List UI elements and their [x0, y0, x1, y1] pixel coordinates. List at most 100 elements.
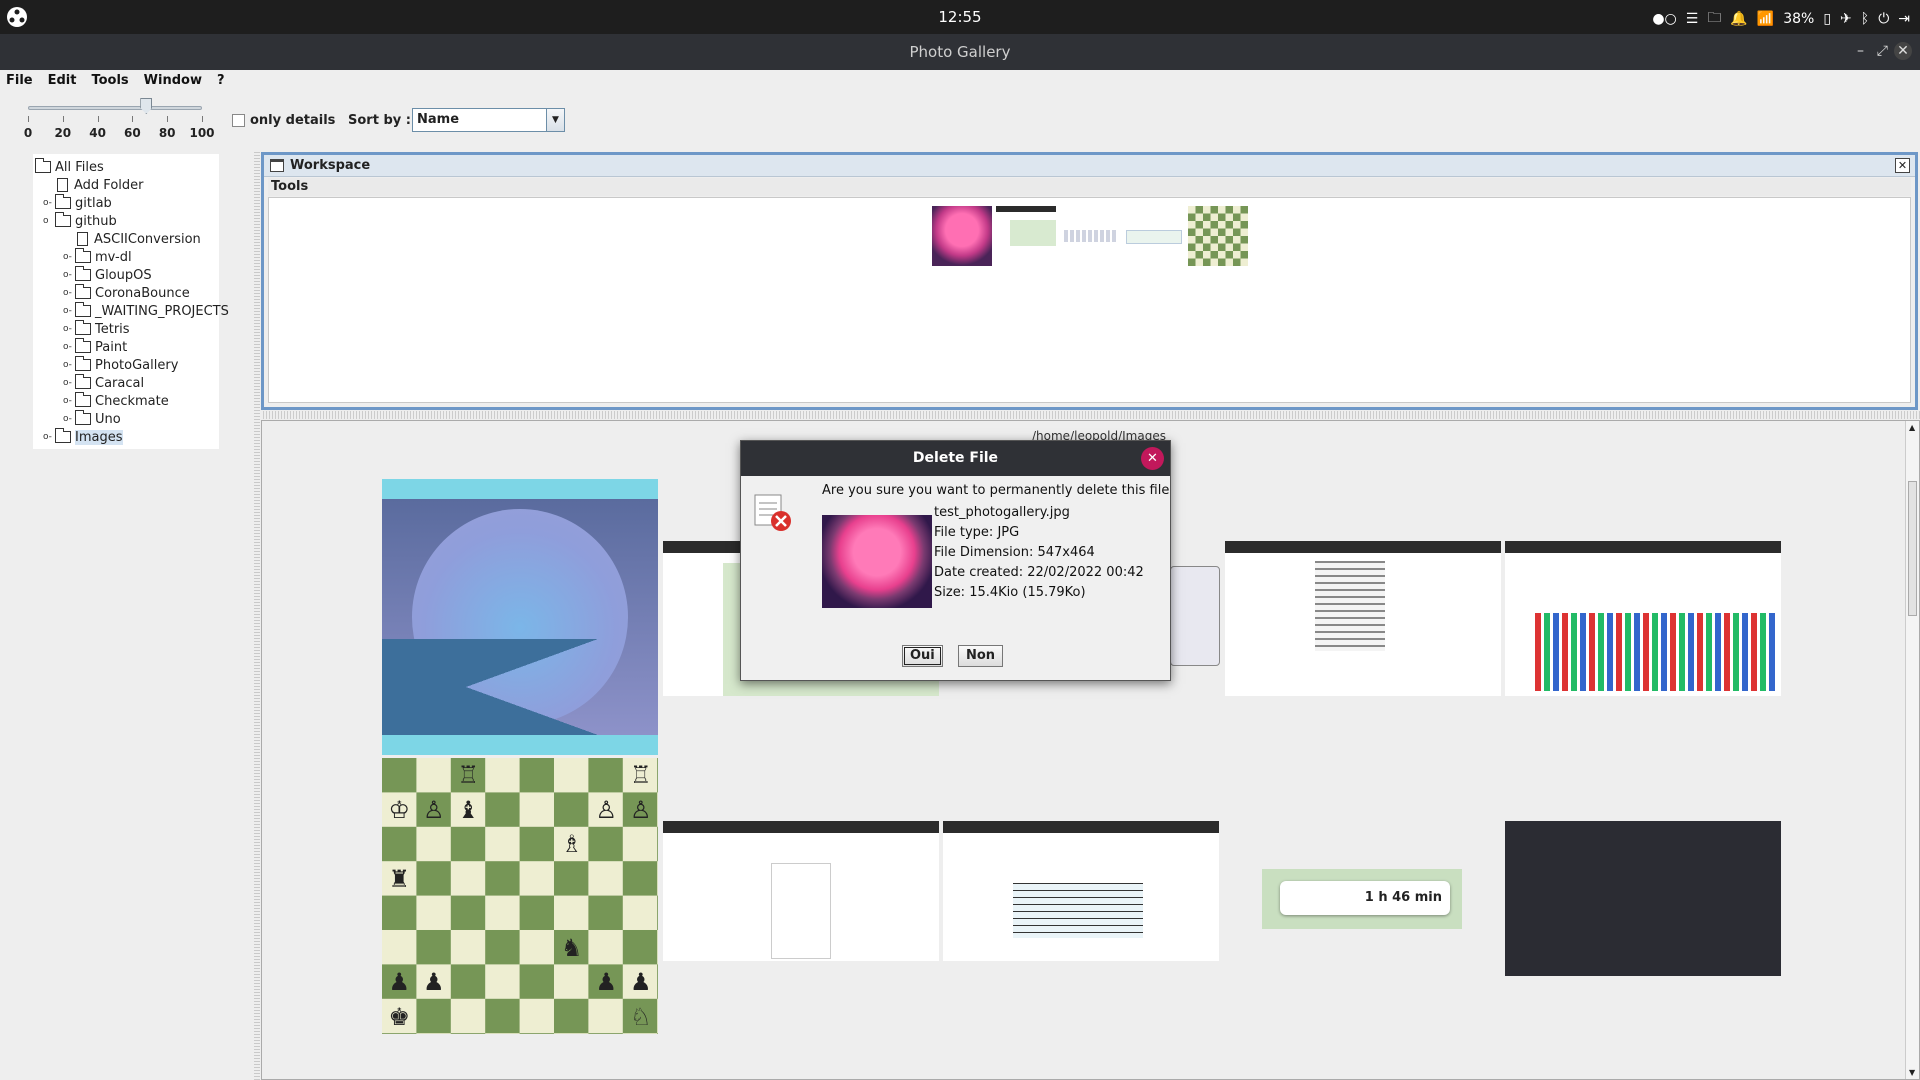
slider-tick: [28, 116, 29, 122]
tree-expand-icon[interactable]: o-: [63, 360, 72, 370]
tree-item-label: CoronaBounce: [95, 285, 190, 301]
tree-expand-icon[interactable]: o: [43, 216, 49, 226]
checkbox-box[interactable]: [232, 114, 245, 127]
tree-item[interactable]: o- CoronaBounce: [63, 284, 190, 302]
workspace-thumb-screenshot-3[interactable]: [1124, 206, 1184, 266]
menu-help[interactable]: ?: [217, 73, 225, 88]
tree-expand-icon[interactable]: o-: [63, 270, 72, 280]
scrollbar-thumb[interactable]: [1908, 481, 1917, 616]
folder-icon[interactable]: 🗀: [1707, 7, 1721, 31]
menu-edit[interactable]: Edit: [48, 73, 77, 88]
image-map-route[interactable]: 1 h 46 min: [1262, 869, 1462, 929]
only-details-checkbox[interactable]: only details: [232, 113, 335, 128]
tree-item[interactable]: o- Caracal: [63, 374, 144, 392]
battery-icon[interactable]: ▯: [1823, 11, 1831, 27]
wifi-icon[interactable]: 📶: [1757, 11, 1774, 27]
tree-item[interactable]: o-gitlab: [43, 194, 112, 212]
chevron-down-icon[interactable]: ▼: [546, 109, 564, 131]
no-button[interactable]: Non: [958, 645, 1004, 667]
clock[interactable]: 12:55: [0, 8, 1920, 26]
power-icon[interactable]: ⏻: [1878, 11, 1889, 27]
tree-item[interactable]: o github: [43, 212, 117, 230]
slider-thumb[interactable]: [140, 98, 153, 114]
tree-expand-icon[interactable]: o-: [63, 252, 72, 262]
menu-tools[interactable]: Tools: [91, 73, 128, 88]
image-screenshot-dark[interactable]: [1505, 821, 1781, 976]
tree-item[interactable]: o- _WAITING_PROJECTS: [63, 302, 229, 320]
menu-file[interactable]: File: [6, 73, 33, 88]
yes-button[interactable]: Oui: [902, 645, 943, 667]
workspace-thumb-sunset[interactable]: [932, 206, 992, 266]
workspace-thumb-screenshot-2[interactable]: [1060, 206, 1120, 266]
split-pane-divider[interactable]: [254, 150, 260, 1080]
scroll-down-icon[interactable]: ▼: [1909, 1068, 1915, 1077]
tree-item[interactable]: o- Images: [43, 428, 123, 446]
chess-piece: ♖: [629, 761, 652, 790]
slider-tick-label: 100: [189, 126, 215, 140]
tree-item[interactable]: o- PhotoGallery: [63, 356, 178, 374]
tree-item-label: github: [75, 213, 117, 229]
airplane-icon[interactable]: ✈: [1840, 11, 1852, 27]
scroll-up-icon[interactable]: ▲: [1909, 423, 1915, 432]
folder-icon: [55, 212, 71, 227]
folder-icon: [75, 410, 91, 425]
slider-tick-label: 80: [158, 126, 176, 140]
bell-icon[interactable]: 🔔: [1730, 11, 1747, 27]
tree-item[interactable]: o- Paint: [63, 338, 127, 356]
tree-expand-icon[interactable]: o-: [63, 396, 72, 406]
tree-expand-icon[interactable]: o-: [63, 414, 72, 424]
logout-icon[interactable]: ⇥: [1898, 11, 1910, 27]
image-screenshot-grid[interactable]: [1225, 541, 1501, 696]
tree-expand-icon[interactable]: o-: [63, 342, 72, 352]
image-screenshot-table[interactable]: [943, 821, 1219, 961]
minimize-icon[interactable]: –: [1857, 43, 1864, 59]
chess-piece: ♗: [560, 830, 583, 859]
image-screenshot-partial[interactable]: [1170, 566, 1220, 666]
slider-track[interactable]: [28, 106, 202, 110]
horizontal-divider[interactable]: [261, 411, 1920, 419]
window-icon: [270, 159, 284, 172]
tree-expand-icon[interactable]: o-: [63, 378, 72, 388]
sort-select[interactable]: Name ▼: [412, 108, 565, 132]
zoom-slider[interactable]: 0 20 40 60 80 100: [20, 96, 215, 140]
bluetooth-icon[interactable]: ᛒ: [1861, 11, 1869, 27]
chess-piece: ♟: [422, 968, 445, 997]
file-created: Date created: 22/02/2022 00:42: [934, 565, 1144, 580]
tree-expand-icon[interactable]: o-: [43, 432, 52, 442]
workspace-header: Workspace ✕: [264, 155, 1915, 177]
menu-window[interactable]: Window: [144, 73, 202, 88]
close-dialog-icon[interactable]: ✕: [1141, 447, 1164, 470]
tree-expand-icon[interactable]: o-: [63, 306, 72, 316]
image-chessboard[interactable]: ♖ ♖ ♔ ♙ ♝ ♙ ♙ ♗ ♜ ♞ ♟ ♟ ♟ ♟ ♚ ♘: [382, 758, 658, 1034]
tree-item[interactable]: Add Folder: [55, 176, 143, 194]
tree-item[interactable]: o- Checkmate: [63, 392, 169, 410]
tree-item[interactable]: All Files: [35, 158, 104, 176]
tree-item[interactable]: o- Tetris: [63, 320, 130, 338]
close-workspace-icon[interactable]: ✕: [1895, 158, 1910, 173]
menu-lines-icon[interactable]: ☰: [1686, 11, 1699, 27]
chess-piece: ♔: [388, 795, 410, 824]
tree-item-label: Tetris: [95, 321, 130, 337]
tree-item[interactable]: ASCIIConversion: [75, 230, 201, 248]
battery-percent[interactable]: 38%: [1783, 11, 1814, 27]
workspace-thumb-screenshot-1[interactable]: [996, 206, 1056, 266]
close-window-icon[interactable]: ✕: [1894, 42, 1912, 60]
chess-piece: ♚: [388, 1002, 410, 1031]
maximize-icon[interactable]: ⤢: [1877, 43, 1888, 59]
tree-item[interactable]: o-mv-dl: [63, 248, 132, 266]
tree-expand-icon[interactable]: o-: [63, 324, 72, 334]
workspace-thumb-chess[interactable]: [1188, 206, 1248, 266]
image-screenshot-form[interactable]: [663, 821, 939, 961]
tree-expand-icon[interactable]: o-: [63, 288, 72, 298]
image-moon-landscape[interactable]: [382, 479, 658, 755]
image-screenshot-cards[interactable]: [1505, 541, 1781, 696]
sort-select-value[interactable]: Name: [413, 109, 546, 131]
chess-piece: ♟: [388, 968, 410, 997]
tree-item[interactable]: o- GloupOS: [63, 266, 152, 284]
chess-piece: ♟: [595, 968, 617, 997]
vertical-scrollbar[interactable]: ▲ ▼: [1905, 421, 1919, 1079]
workspace-indicator-icon[interactable]: ●○: [1652, 11, 1676, 27]
tree-expand-icon[interactable]: o-: [43, 198, 52, 208]
only-details-label: only details: [250, 113, 336, 128]
tree-item[interactable]: o- Uno: [63, 410, 121, 428]
